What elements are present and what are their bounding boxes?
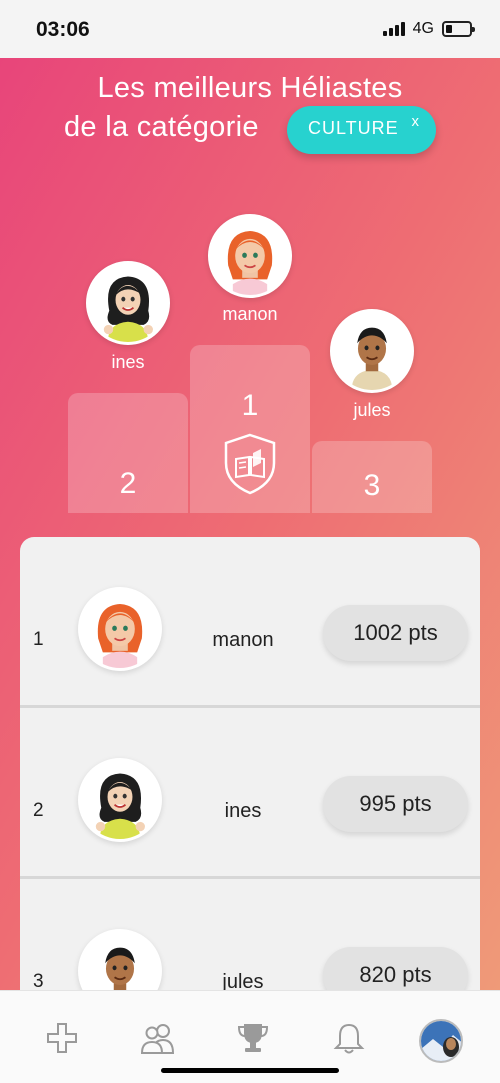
player-name: manon (212, 629, 274, 651)
avatar[interactable] (78, 758, 162, 842)
category-chip-label: CULTURE (308, 118, 399, 138)
users-icon[interactable] (139, 1021, 177, 1055)
signal-icon (382, 22, 405, 36)
podium-number-third: 3 (363, 469, 381, 502)
points-badge: 995 pts (323, 776, 468, 832)
page-title-line1: Les meilleurs Héliastes (97, 72, 403, 104)
podium-block-second: 2 (68, 393, 188, 513)
profile-avatar[interactable] (419, 1019, 463, 1063)
leaderboard-list[interactable]: 1 manon 1002 pts 2 ines 995 pts 3 jules … (20, 537, 480, 997)
podium-block-first: 1 (190, 345, 310, 513)
podium-block-third: 3 (312, 441, 432, 513)
page-title-line2: de la catégorie (64, 111, 259, 143)
rank-number: 1 (33, 629, 44, 650)
leaderboard-row[interactable]: 1 manon 1002 pts (20, 537, 480, 708)
leaderboard-row[interactable]: 2 ines 995 pts (20, 708, 480, 879)
points-badge: 1002 pts (323, 605, 468, 661)
podium-name-second: ines (111, 352, 145, 372)
podium-name-third: jules (353, 400, 391, 420)
player-name: ines (224, 800, 262, 822)
status-indicators: 4G (382, 20, 475, 38)
rank-number: 2 (33, 800, 44, 821)
category-chip[interactable]: CULTURE x (287, 106, 436, 154)
trophy-icon[interactable] (236, 1021, 270, 1055)
podium-avatar-first[interactable] (208, 214, 292, 298)
battery-icon (442, 21, 475, 37)
home-indicator (161, 1068, 339, 1073)
close-icon[interactable]: x (412, 113, 420, 130)
podium-name-first: manon (222, 304, 278, 324)
network-type: 4G (412, 20, 434, 37)
bell-icon[interactable] (332, 1021, 366, 1055)
leaderboard-hero: Les meilleurs Héliastes de la catégorie … (0, 58, 500, 997)
book-shield-icon (224, 433, 276, 495)
podium-avatar-third[interactable] (330, 309, 414, 393)
status-time: 03:06 (36, 18, 90, 41)
status-bar: 03:06 4G (0, 0, 500, 58)
avatar[interactable] (78, 587, 162, 671)
avatar[interactable] (78, 929, 162, 997)
plus-icon[interactable] (45, 1021, 79, 1055)
podium-number-first: 1 (241, 389, 259, 422)
podium-avatar-second[interactable] (86, 261, 170, 345)
podium-number-second: 2 (119, 467, 137, 500)
leaderboard-row[interactable]: 3 jules 820 pts (20, 879, 480, 997)
